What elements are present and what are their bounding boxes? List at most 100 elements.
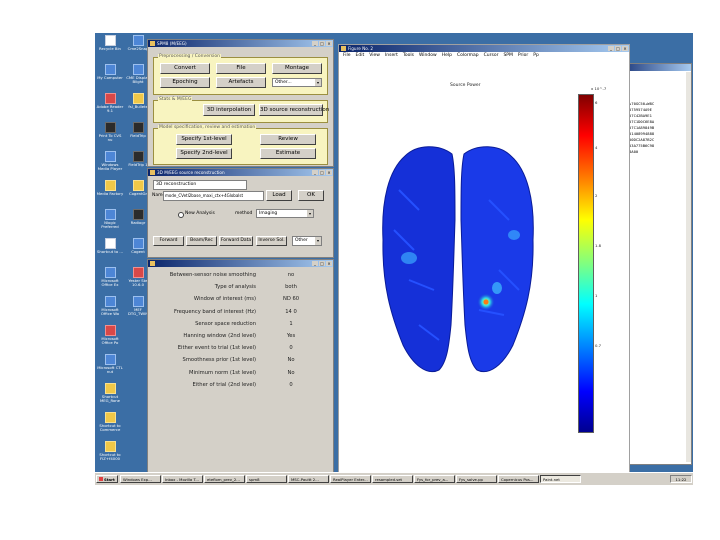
taskbar-item[interactable]: Fys_solve.pp bbox=[456, 475, 497, 483]
desktop-icon[interactable]: Recycle Bin bbox=[96, 35, 124, 51]
desktop-icon[interactable]: Nlogic Preferred bbox=[96, 209, 124, 229]
taskbar-item[interactable]: Inbox - Mozilla T... bbox=[162, 475, 203, 483]
recon-tab-button[interactable]: Forward bbox=[153, 236, 184, 246]
parameter-value[interactable]: both bbox=[276, 284, 306, 290]
new-analysis-radio[interactable] bbox=[178, 212, 184, 218]
recon-tab-button[interactable]: Inverse Sol. bbox=[256, 236, 287, 246]
desktop-icon-label: Windows Media Player bbox=[97, 162, 123, 172]
menu-item[interactable]: File bbox=[343, 53, 351, 58]
taskbar-item-label: Paint.net bbox=[543, 477, 560, 482]
parameter-value[interactable]: 0 bbox=[276, 382, 306, 388]
desktop-icon[interactable]: Shortcut MEG_Rone bbox=[96, 383, 124, 403]
menu-item[interactable]: Help bbox=[442, 53, 452, 58]
parameter-value[interactable]: 14 0 bbox=[276, 309, 306, 315]
menu-item[interactable]: Colormap bbox=[457, 53, 479, 58]
parameter-label: Either of trial (2nd level) bbox=[192, 381, 256, 388]
taskbar-item[interactable]: RealPlayer Enter... bbox=[330, 475, 371, 483]
menu-item[interactable]: SPM bbox=[503, 53, 512, 58]
montage-button[interactable]: Montage bbox=[272, 63, 322, 74]
desktop-icon[interactable]: Microsoft CTL nut bbox=[96, 354, 124, 374]
parameter-value[interactable]: No bbox=[276, 370, 306, 376]
maximize-button[interactable]: □ bbox=[319, 41, 325, 46]
menu-item[interactable]: Prior bbox=[518, 53, 528, 58]
parameter-value[interactable]: 1 bbox=[276, 321, 306, 327]
taskbar-item[interactable]: Fys_for_prev_a... bbox=[414, 475, 455, 483]
convert-button[interactable]: Convert bbox=[160, 63, 210, 74]
other-tab-dropdown[interactable]: Other ▾ bbox=[292, 236, 322, 246]
recon-tab-button[interactable]: Beam/Rec bbox=[186, 236, 217, 246]
parameter-label: Smoothness prior (1st level) bbox=[182, 357, 256, 364]
menu-item[interactable]: Window bbox=[419, 53, 437, 58]
menu-item[interactable]: Edit bbox=[356, 53, 365, 58]
desktop-icon[interactable]: Shortcut to FIZ+f4000 bbox=[96, 441, 124, 461]
review-button[interactable]: Review bbox=[260, 134, 316, 145]
taskbar-item[interactable]: Windows Exp... bbox=[120, 475, 161, 483]
desktop-icon[interactable]: Media Factory bbox=[96, 180, 124, 196]
recon-titlebar[interactable]: 3D M/EEG source reconstruction _ □ × bbox=[148, 169, 333, 176]
windows-logo-icon bbox=[99, 477, 103, 481]
desktop-icon[interactable]: My Computer bbox=[96, 64, 124, 80]
close-button[interactable]: × bbox=[622, 46, 628, 51]
maximize-button[interactable]: □ bbox=[615, 46, 621, 51]
other-dropdown[interactable]: Other... ▾ bbox=[272, 78, 322, 87]
parameter-value[interactable]: ND 60 bbox=[276, 296, 306, 302]
close-button[interactable]: × bbox=[326, 170, 332, 175]
recon-tab-label: Inverse Sol. bbox=[258, 238, 285, 243]
maximize-button[interactable]: □ bbox=[319, 170, 325, 175]
minimize-button[interactable]: _ bbox=[312, 41, 318, 46]
maximize-button[interactable]: □ bbox=[319, 261, 325, 266]
spm-titlebar[interactable]: SPM8 (M/EEG) _ □ × bbox=[148, 40, 333, 47]
spm-menu-window[interactable]: SPM8 (M/EEG) _ □ × Preprocessing / Convers… bbox=[147, 39, 334, 167]
taskbar-item[interactable]: Paint.net bbox=[540, 475, 581, 483]
desktop-icon[interactable]: Shortcut to Commerce bbox=[96, 412, 124, 432]
parameter-value[interactable]: no bbox=[276, 272, 306, 278]
desktop-icon[interactable]: Adobe Reader 9.1 bbox=[96, 93, 124, 113]
recon-tab-button[interactable]: Forward Data bbox=[219, 236, 253, 246]
taskbar-item[interactable]: spm8 bbox=[246, 475, 287, 483]
menu-item[interactable]: Cursor bbox=[484, 53, 499, 58]
desktop-icon[interactable]: Microsoft Office Ex bbox=[96, 267, 124, 287]
colorbar-tick-label: 1 bbox=[595, 293, 598, 298]
estimate-button[interactable]: Estimate bbox=[260, 148, 316, 159]
specify-2nd-level-button[interactable]: Specify 2nd-level bbox=[176, 148, 232, 159]
taskbar-item[interactable]: eteflom_prev_2... bbox=[204, 475, 245, 483]
parameter-value[interactable]: Yes bbox=[276, 333, 306, 339]
file-button[interactable]: File bbox=[216, 63, 266, 74]
desktop-icon-label: Print To CVS nu bbox=[98, 133, 122, 143]
desktop-icon[interactable]: Windows Media Player bbox=[96, 151, 124, 171]
close-button[interactable]: × bbox=[326, 41, 332, 46]
desktop-icon[interactable]: Shortcut to ... bbox=[96, 238, 124, 254]
recon-dialog-window[interactable]: 3D M/EEG source reconstruction _ □ × 3D re… bbox=[147, 168, 334, 258]
desktop-icon[interactable]: Print To CVS nu bbox=[96, 122, 124, 142]
figure-window[interactable]: Figure No. 2 _ □ × File Edit View Insert Tools… bbox=[338, 44, 630, 474]
scrollbar[interactable] bbox=[686, 72, 691, 462]
parameter-value[interactable]: 0 bbox=[276, 345, 306, 351]
parameter-value[interactable]: No bbox=[276, 357, 306, 363]
epoching-button[interactable]: Epoching bbox=[160, 77, 210, 88]
ok-button[interactable]: OK bbox=[298, 190, 324, 201]
taskbar-item[interactable]: resampled.set bbox=[372, 475, 413, 483]
method-dropdown[interactable]: Imaging ▾ bbox=[256, 209, 314, 218]
artefacts-button[interactable]: Artefacts bbox=[216, 77, 266, 88]
figure-titlebar[interactable]: Figure No. 2 _ □ × bbox=[339, 45, 629, 52]
minimize-button[interactable]: _ bbox=[608, 46, 614, 51]
menu-item[interactable]: Tools bbox=[403, 53, 414, 58]
taskbar-item[interactable]: MSC-Paultt 2... bbox=[288, 475, 329, 483]
menu-item[interactable]: Pp bbox=[533, 53, 539, 58]
parameters-titlebar[interactable]: _ □ × bbox=[148, 260, 333, 267]
taskbar-item[interactable]: Copernicus Pos... bbox=[498, 475, 539, 483]
minimize-button[interactable]: _ bbox=[312, 170, 318, 175]
menu-item[interactable]: View bbox=[369, 53, 380, 58]
desktop-icon[interactable]: Microsoft Office Wo bbox=[96, 296, 124, 316]
desktop-icon[interactable]: Microsoft Office Po bbox=[96, 325, 124, 345]
3d-source-reconstruction-button[interactable]: 3D source reconstruction bbox=[259, 104, 329, 116]
3d-interpolation-button[interactable]: 3D interpolation bbox=[203, 104, 255, 116]
parameters-window[interactable]: _ □ × Between-sensor noise smoothing no Type… bbox=[147, 259, 334, 475]
load-button[interactable]: Load bbox=[266, 190, 292, 201]
start-button[interactable]: Start bbox=[96, 475, 118, 483]
specify-1st-level-button[interactable]: Specify 1st-level bbox=[176, 134, 232, 145]
file-field[interactable]: mode_CVetl2base_maxi_ctx+4Globalst bbox=[163, 191, 264, 201]
minimize-button[interactable]: _ bbox=[312, 261, 318, 266]
close-button[interactable]: × bbox=[326, 261, 332, 266]
menu-item[interactable]: Insert bbox=[385, 53, 398, 58]
